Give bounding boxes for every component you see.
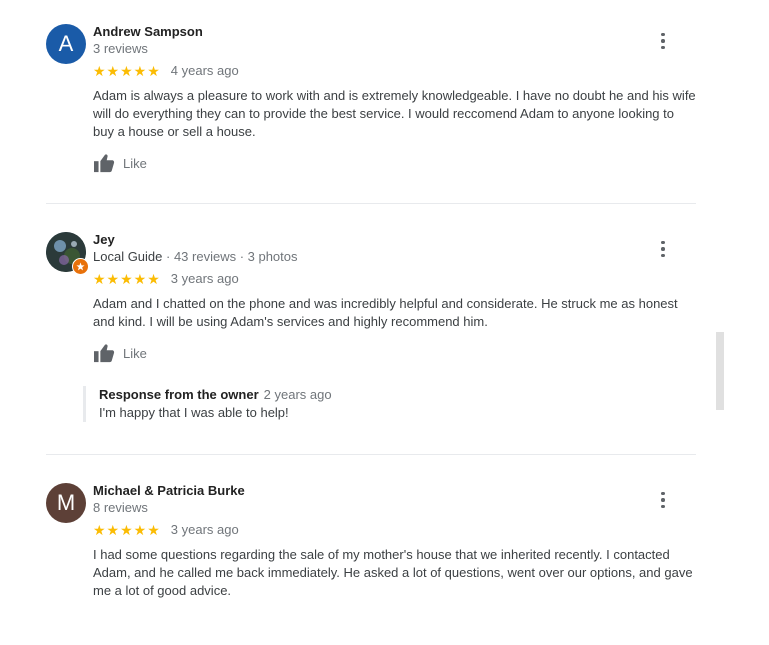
like-label: Like <box>123 155 147 171</box>
more-options-icon[interactable] <box>655 31 671 51</box>
review-divider <box>46 454 696 455</box>
owner-response-text: I'm happy that I was able to help! <box>99 405 289 420</box>
like-button[interactable]: Like <box>93 343 147 363</box>
review-date: 3 years ago <box>170 271 239 286</box>
scrollbar-thumb[interactable] <box>716 332 724 410</box>
review-date: 4 years ago <box>170 63 239 78</box>
reviewer-name[interactable]: Jey <box>93 232 298 248</box>
like-label: Like <box>123 345 147 361</box>
star-rating: ★★★★★ <box>93 63 161 79</box>
star-rating: ★★★★★ <box>93 271 161 287</box>
owner-response-date: 2 years ago <box>263 387 332 402</box>
avatar-letter: A <box>58 31 74 56</box>
reviewer-header: Jey Local Guide · 43 reviews · 3 photos <box>93 232 298 265</box>
review-text: Adam and I chatted on the phone and was … <box>93 296 678 329</box>
owner-response-header: Response from the owner 2 years ago <box>99 386 499 404</box>
reviewer-name[interactable]: Andrew Sampson <box>93 24 203 40</box>
avatar[interactable]: M <box>46 483 86 523</box>
review-card: A Andrew Sampson 3 reviews ★★★★★ 4 years… <box>46 24 696 184</box>
like-button[interactable]: Like <box>93 153 147 173</box>
owner-response: Response from the owner 2 years ago I'm h… <box>83 386 499 422</box>
rating-row: ★★★★★ 3 years ago <box>93 271 239 287</box>
thumbs-up-icon <box>94 344 115 363</box>
thumbs-up-icon <box>94 154 115 173</box>
reviewer-header: Andrew Sampson 3 reviews <box>93 24 203 57</box>
star-rating: ★★★★★ <box>93 522 161 538</box>
rating-row: ★★★★★ 4 years ago <box>93 63 239 79</box>
avatar[interactable] <box>46 232 89 275</box>
reviewer-header: Michael & Patricia Burke 8 reviews <box>93 483 245 516</box>
review-date: 3 years ago <box>170 522 239 537</box>
local-guide-badge-icon <box>72 258 89 275</box>
reviews-panel: A Andrew Sampson 3 reviews ★★★★★ 4 years… <box>0 0 769 645</box>
avatar-letter: M <box>56 490 76 515</box>
reviewer-name[interactable]: Michael & Patricia Burke <box>93 483 245 499</box>
rating-row: ★★★★★ 3 years ago <box>93 522 239 538</box>
reviewer-meta: 3 reviews <box>93 41 148 56</box>
review-divider <box>46 203 696 204</box>
review-text: I had some questions regarding the sale … <box>93 547 693 598</box>
review-text: Adam is always a pleasure to work with a… <box>93 88 696 139</box>
reviewer-meta: Local Guide · 43 reviews · 3 photos <box>93 248 298 265</box>
review-card: M Michael & Patricia Burke 8 reviews ★★★… <box>46 483 696 633</box>
reviewer-meta: 8 reviews <box>93 500 148 515</box>
local-guide-label: Local Guide <box>93 249 163 264</box>
avatar[interactable]: A <box>46 24 86 64</box>
more-options-icon[interactable] <box>655 490 671 510</box>
reviewer-stats: · 43 reviews · 3 photos <box>162 249 298 264</box>
more-options-icon[interactable] <box>655 239 671 259</box>
owner-response-title: Response from the owner <box>99 387 259 402</box>
